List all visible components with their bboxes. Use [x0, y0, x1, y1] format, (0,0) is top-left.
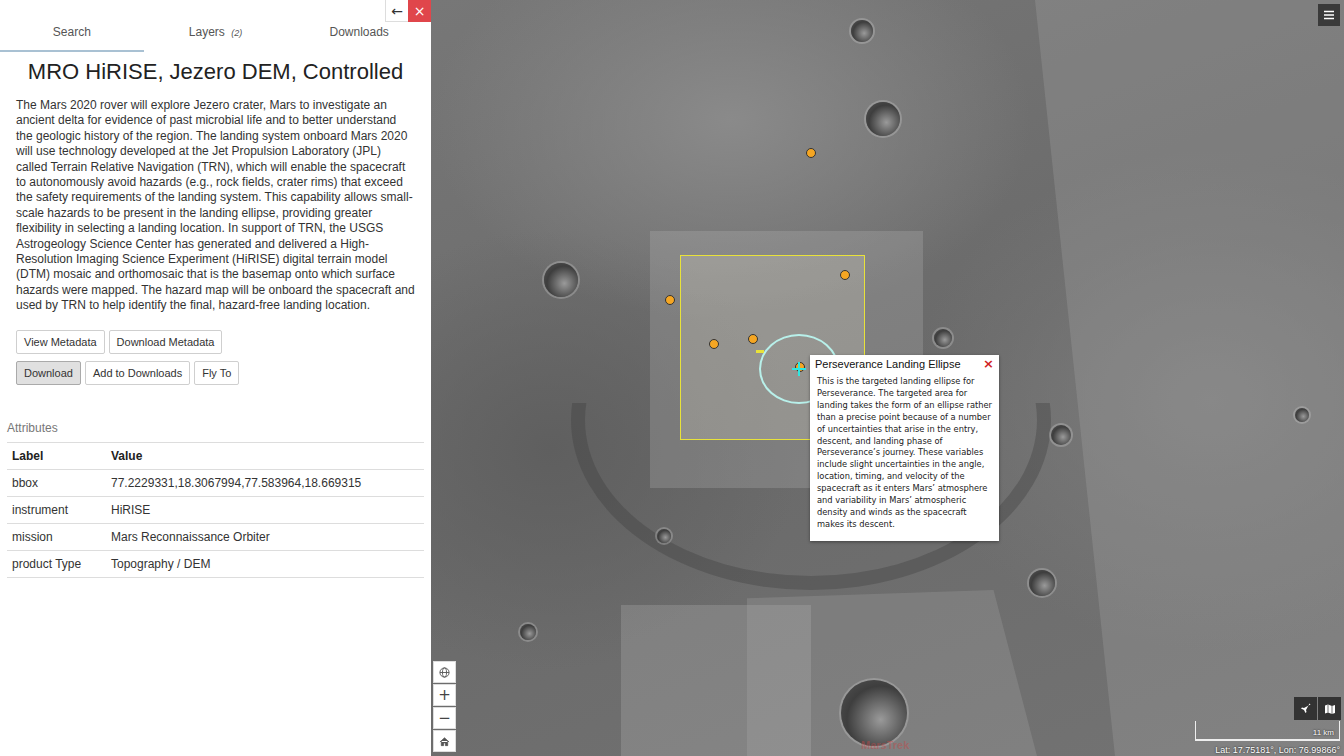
close-button[interactable]: × — [408, 0, 431, 22]
scale-bar: 11 km — [1195, 721, 1340, 741]
globe-icon — [439, 667, 450, 678]
map-icon — [1324, 703, 1336, 715]
tab-label: Search — [53, 25, 91, 39]
map-marker[interactable] — [709, 339, 719, 349]
crater — [1051, 425, 1071, 445]
home-icon — [439, 736, 450, 747]
table-row: bbox77.2229331,18.3067994,77.583964,18.6… — [7, 469, 424, 496]
map-marker[interactable] — [665, 295, 675, 305]
fly-button[interactable] — [1294, 697, 1317, 720]
map-controls: + − — [433, 661, 456, 752]
crater — [657, 529, 671, 543]
rocket-icon — [1300, 703, 1312, 715]
attributes-heading: Attributes — [0, 421, 431, 442]
table-header: LabelValue — [7, 442, 424, 469]
table-cell: bbox — [7, 469, 106, 496]
crater — [934, 329, 952, 347]
map[interactable]: Perseverance Landing Ellipse × This is t… — [431, 0, 1344, 756]
column-header: Label — [7, 442, 106, 469]
zoom-in-button[interactable]: + — [433, 684, 456, 706]
tab-count: (2) — [231, 28, 242, 38]
back-button[interactable]: ← — [385, 0, 408, 22]
button-row: View MetadataDownload Metadata — [16, 330, 415, 354]
table-row: missionMars Reconnaissance Orbiter — [7, 523, 424, 550]
mars-trek-logo: MarsTrek — [861, 739, 909, 751]
popup-header: Perseverance Landing Ellipse × — [815, 355, 994, 372]
menu-button[interactable] — [1318, 4, 1340, 26]
view-tools — [1294, 697, 1341, 720]
panel-nav: ← × — [385, 0, 431, 22]
popup-close-button[interactable]: × — [983, 357, 994, 371]
map-view-button[interactable] — [1318, 697, 1341, 720]
action-button[interactable]: Fly To — [194, 361, 239, 385]
crater — [1029, 570, 1055, 596]
tab-label: Downloads — [329, 25, 388, 39]
button-group: View MetadataDownload Metadata DownloadAd… — [0, 330, 431, 385]
crater — [866, 102, 900, 136]
action-button[interactable]: Add to Downloads — [85, 361, 190, 385]
tab[interactable]: Layers (2) — [144, 0, 288, 52]
side-panel: ← × Search Layers (2) Downloads MRO HiRIS… — [0, 0, 431, 756]
menu-icon — [1323, 9, 1335, 21]
crater — [520, 624, 536, 640]
globe-button[interactable] — [433, 661, 456, 683]
cursor-coordinates: Lat: 17.75181°, Lon: 76.99866° — [1215, 745, 1340, 755]
tab-label: Layers — [189, 25, 225, 39]
popup-title: Perseverance Landing Ellipse — [815, 358, 961, 370]
map-marker[interactable] — [806, 148, 816, 158]
table-cell: product Type — [7, 550, 106, 577]
table-cell: Mars Reconnaissance Orbiter — [106, 523, 424, 550]
feature-mark — [756, 350, 764, 353]
imagery-strip — [1035, 0, 1344, 756]
map-marker[interactable] — [748, 334, 758, 344]
table-cell: HiRISE — [106, 496, 424, 523]
table-cell: 77.2229331,18.3067994,77.583964,18.66931… — [106, 469, 424, 496]
crater — [544, 263, 578, 297]
zoom-out-button[interactable]: − — [433, 707, 456, 729]
layer-description: The Mars 2020 rover will explore Jezero … — [0, 98, 431, 314]
button-row: DownloadAdd to DownloadsFly To — [16, 361, 415, 385]
crater — [851, 20, 873, 42]
column-header: Value — [106, 442, 424, 469]
table-cell: mission — [7, 523, 106, 550]
landing-site-icon — [791, 361, 807, 377]
action-button[interactable]: Download Metadata — [109, 330, 223, 354]
tab-bar: Search Layers (2) Downloads — [0, 0, 431, 52]
popup-body: This is the targeted landing ellipse for… — [817, 376, 994, 531]
popup: Perseverance Landing Ellipse × This is t… — [810, 355, 999, 541]
home-button[interactable] — [433, 730, 456, 752]
action-button[interactable]: Download — [16, 361, 81, 385]
tab[interactable]: Search — [0, 0, 144, 52]
table-row: instrumentHiRISE — [7, 496, 424, 523]
attributes-table: LabelValuebbox77.2229331,18.3067994,77.5… — [7, 442, 424, 578]
layer-title: MRO HiRISE, Jezero DEM, Controlled — [0, 58, 431, 86]
table-cell: instrument — [7, 496, 106, 523]
app: ← × Search Layers (2) Downloads MRO HiRIS… — [0, 0, 1344, 756]
table-row: product TypeTopography / DEM — [7, 550, 424, 577]
action-button[interactable]: View Metadata — [16, 330, 105, 354]
crater — [1295, 408, 1309, 422]
map-marker[interactable] — [840, 270, 850, 280]
scale-label: 11 km — [1313, 728, 1334, 737]
table-cell: Topography / DEM — [106, 550, 424, 577]
crater — [841, 680, 907, 746]
